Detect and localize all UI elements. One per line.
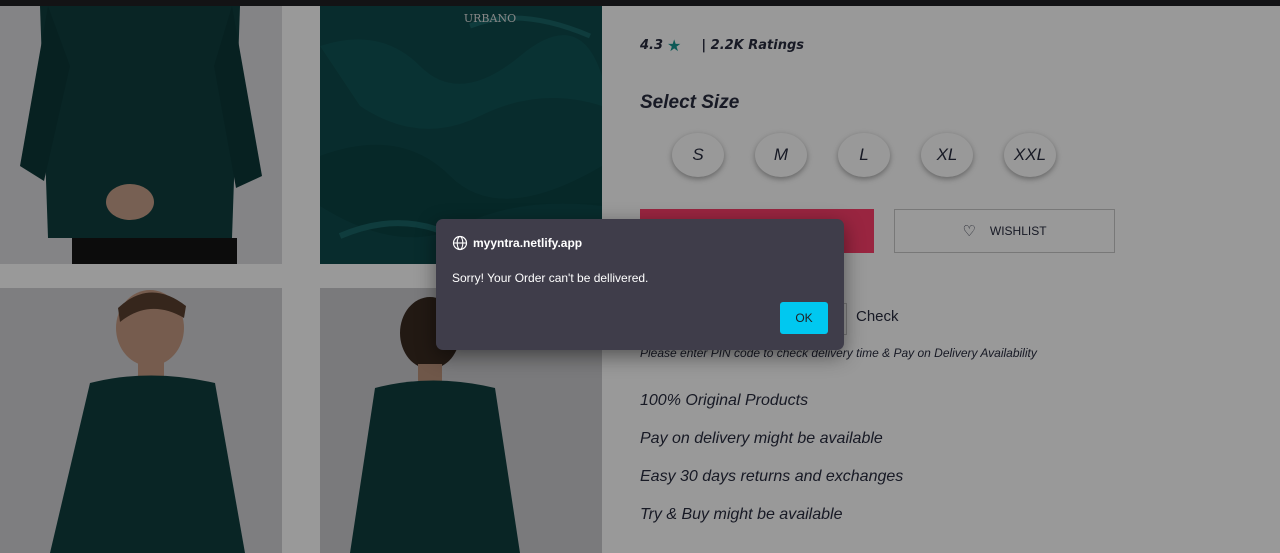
dialog-origin: myyntra.netlify.app <box>473 236 583 250</box>
dialog-message: Sorry! Your Order can't be dellivered. <box>452 271 649 285</box>
dialog-header: myyntra.netlify.app <box>452 235 582 251</box>
alert-dialog: myyntra.netlify.app Sorry! Your Order ca… <box>436 219 844 350</box>
ok-button[interactable]: OK <box>780 302 828 334</box>
globe-icon <box>452 235 468 251</box>
